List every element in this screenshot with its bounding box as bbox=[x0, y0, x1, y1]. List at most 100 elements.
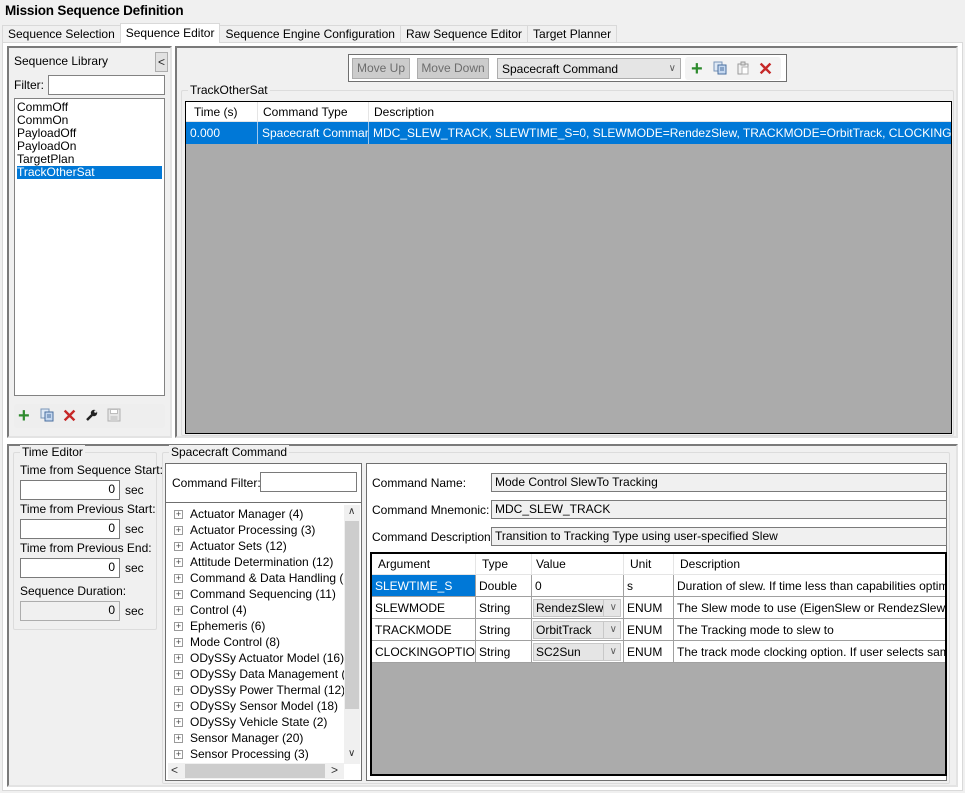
expand-icon[interactable]: + bbox=[174, 702, 183, 711]
expand-icon[interactable]: + bbox=[174, 558, 183, 567]
expand-icon[interactable]: + bbox=[174, 542, 183, 551]
sequence-duration-label: Sequence Duration: bbox=[20, 584, 127, 598]
scroll-left-icon[interactable]: < bbox=[171, 763, 178, 777]
time-from-previous-end-input[interactable]: 0 bbox=[20, 558, 120, 578]
sequence-grid: Time (s) Command Type Description 0.000 … bbox=[185, 101, 952, 434]
command-type-select[interactable]: Spacecraft Command ∨ bbox=[497, 58, 681, 79]
tree-node[interactable]: + Ephemeris (6) bbox=[168, 618, 345, 634]
column-header-command-type[interactable]: Command Type bbox=[258, 102, 369, 121]
tree-horizontal-scrollbar[interactable]: < > bbox=[168, 763, 344, 779]
tree-node[interactable]: + ODySSy Data Management (7) bbox=[168, 666, 345, 682]
argument-unit: s bbox=[624, 575, 674, 596]
expand-icon[interactable]: + bbox=[174, 574, 183, 583]
command-toolbar-icons: + ✕ bbox=[685, 57, 781, 80]
scroll-thumb-horizontal[interactable] bbox=[185, 764, 325, 778]
move-up-button[interactable]: Move Up bbox=[352, 58, 410, 79]
library-filter-input[interactable] bbox=[48, 75, 165, 95]
argument-value-input[interactable]: 0 bbox=[532, 575, 624, 596]
paste-icon[interactable] bbox=[736, 61, 750, 75]
plus-icon[interactable]: + bbox=[691, 59, 703, 79]
argument-row[interactable]: SLEWTIME_S Double 0 s Duration of slew. If t… bbox=[372, 575, 945, 597]
argument-value: RendezSlew bbox=[536, 601, 604, 615]
expand-icon[interactable]: + bbox=[174, 670, 183, 679]
tree-node[interactable]: + Actuator Manager (4) bbox=[168, 506, 345, 522]
time-editor-groupbox: Time Editor Time from Sequence Start: 0 … bbox=[13, 445, 163, 630]
tree-node[interactable]: + Control (4) bbox=[168, 602, 345, 618]
copy-icon[interactable] bbox=[40, 408, 54, 422]
divider bbox=[603, 644, 604, 660]
tree-node-label: Command & Data Handling (34) bbox=[190, 571, 345, 585]
tree-node[interactable]: + Command & Data Handling (34) bbox=[168, 570, 345, 586]
tab-target-planner[interactable]: Target Planner bbox=[527, 25, 618, 43]
delete-icon[interactable]: ✕ bbox=[62, 407, 77, 425]
expand-icon[interactable]: + bbox=[174, 622, 183, 631]
move-down-button[interactable]: Move Down bbox=[417, 58, 489, 79]
save-icon[interactable] bbox=[107, 408, 121, 422]
command-details: Command Name: Mode Control SlewTo Tracki… bbox=[366, 463, 947, 781]
copy-icon[interactable] bbox=[713, 61, 727, 75]
argument-description: Duration of slew. If time less than capa… bbox=[677, 579, 945, 593]
tree-node-label: Actuator Manager (4) bbox=[190, 507, 304, 521]
sequence-row[interactable]: 0.000 Spacecraft Command MDC_SLEW_TRACK,… bbox=[186, 122, 951, 144]
tree-node-label: ODySSy Sensor Model (18) bbox=[190, 699, 339, 713]
tree-node[interactable]: + Sensor Manager (20) bbox=[168, 730, 345, 746]
library-toolbar: + ✕ bbox=[14, 404, 165, 428]
command-type-value: Spacecraft Command bbox=[502, 62, 619, 76]
sequence-item-trackothersat[interactable]: TrackOtherSat bbox=[17, 166, 162, 179]
delete-icon[interactable]: ✕ bbox=[758, 60, 773, 78]
tree-node[interactable]: + Actuator Sets (12) bbox=[168, 538, 345, 554]
argument-value-select[interactable]: OrbitTrack ∨ bbox=[533, 621, 621, 639]
plus-icon[interactable]: + bbox=[18, 406, 30, 426]
argument-value-select[interactable]: RendezSlew ∨ bbox=[533, 599, 621, 617]
tab-raw-sequence-editor[interactable]: Raw Sequence Editor bbox=[399, 25, 529, 43]
argument-description: The Slew mode to use (EigenSlew or Rende… bbox=[677, 601, 945, 615]
argument-value-select[interactable]: SC2Sun ∨ bbox=[533, 643, 621, 661]
column-header-description[interactable]: Description bbox=[369, 102, 951, 121]
tab-sequence-editor[interactable]: Sequence Editor bbox=[119, 23, 221, 43]
column-header-value[interactable]: Value bbox=[532, 554, 624, 574]
argument-row[interactable]: TRACKMODE String OrbitTrack ∨ ENUM The Tracki… bbox=[372, 619, 945, 641]
expand-icon[interactable]: + bbox=[174, 686, 183, 695]
argument-row[interactable]: CLOCKINGOPTION String SC2Sun ∨ ENUM The track… bbox=[372, 641, 945, 663]
expand-icon[interactable]: + bbox=[174, 718, 183, 727]
expand-icon[interactable]: + bbox=[174, 510, 183, 519]
scroll-thumb[interactable] bbox=[345, 521, 359, 709]
argument-row[interactable]: SLEWMODE String RendezSlew ∨ ENUM The Slew mo… bbox=[372, 597, 945, 619]
tree-node[interactable]: + Actuator Processing (3) bbox=[168, 522, 345, 538]
divider bbox=[603, 622, 604, 638]
tree-node[interactable]: + ODySSy Power Thermal (12) bbox=[168, 682, 345, 698]
tab-sequence-engine-configuration[interactable]: Sequence Engine Configuration bbox=[219, 25, 401, 43]
column-header-description[interactable]: Description bbox=[674, 554, 945, 574]
tree-node[interactable]: + ODySSy Vehicle State (2) bbox=[168, 714, 345, 730]
expand-icon[interactable]: + bbox=[174, 638, 183, 647]
column-header-argument[interactable]: Argument bbox=[372, 554, 476, 574]
tree-vertical-scrollbar[interactable]: ∧ ∨ bbox=[344, 505, 360, 764]
expand-icon[interactable]: + bbox=[174, 734, 183, 743]
scroll-up-icon[interactable]: ∧ bbox=[348, 506, 355, 517]
expand-icon[interactable]: + bbox=[174, 654, 183, 663]
command-filter-input[interactable] bbox=[260, 472, 357, 492]
tree-node[interactable]: + Attitude Determination (12) bbox=[168, 554, 345, 570]
time-from-previous-start-input[interactable]: 0 bbox=[20, 519, 120, 539]
tree-node[interactable]: + ODySSy Sensor Model (18) bbox=[168, 698, 345, 714]
tree-node[interactable]: + Command Sequencing (11) bbox=[168, 586, 345, 602]
expand-icon[interactable]: + bbox=[174, 750, 183, 759]
tree-node[interactable]: + Sensor Processing (3) bbox=[168, 746, 345, 762]
column-header-unit[interactable]: Unit bbox=[624, 554, 674, 574]
column-header-time[interactable]: Time (s) bbox=[186, 102, 258, 121]
scroll-down-icon[interactable]: ∨ bbox=[348, 748, 355, 759]
window-title: Mission Sequence Definition bbox=[5, 3, 184, 18]
time-from-sequence-start-input[interactable]: 0 bbox=[20, 480, 120, 500]
tree-node[interactable]: + ODySSy Actuator Model (16) bbox=[168, 650, 345, 666]
column-header-type[interactable]: Type bbox=[476, 554, 532, 574]
argument-description: The Tracking mode to slew to bbox=[677, 623, 834, 637]
collapse-library-button[interactable]: < bbox=[155, 52, 168, 72]
wrench-icon[interactable] bbox=[85, 408, 99, 422]
tab-sequence-selection[interactable]: Sequence Selection bbox=[2, 25, 121, 43]
argument-name: SLEWTIME_S bbox=[372, 575, 476, 596]
expand-icon[interactable]: + bbox=[174, 526, 183, 535]
expand-icon[interactable]: + bbox=[174, 590, 183, 599]
scroll-right-icon[interactable]: > bbox=[331, 763, 338, 777]
tree-node[interactable]: + Mode Control (8) bbox=[168, 634, 345, 650]
expand-icon[interactable]: + bbox=[174, 606, 183, 615]
